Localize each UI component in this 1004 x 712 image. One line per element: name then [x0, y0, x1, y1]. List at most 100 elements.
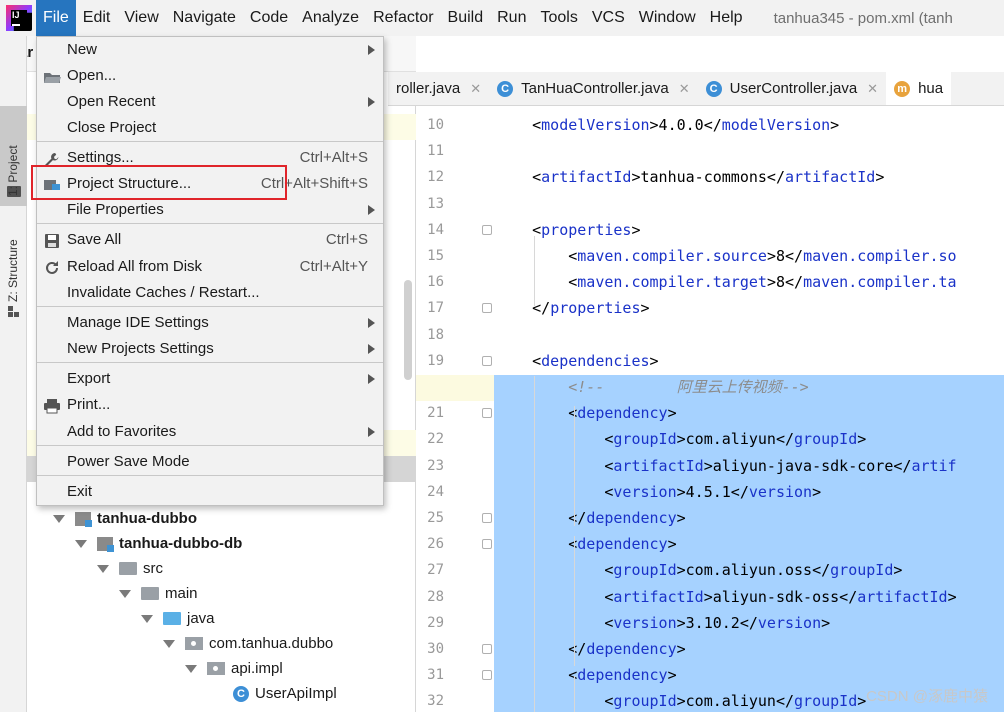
code-line: <dependency> [496, 404, 677, 423]
submenu-arrow-icon [368, 45, 375, 55]
submenu-arrow-icon [368, 97, 375, 107]
close-icon[interactable]: ✕ [867, 81, 878, 97]
menu-item-settings[interactable]: Settings... Ctrl+Alt+S [37, 145, 383, 171]
tree-item-package[interactable]: com.tanhua.dubbo [163, 631, 333, 656]
tree-item-tanhua-dubbo-db[interactable]: tanhua-dubbo-db [75, 531, 242, 556]
editor-tab-bar: roller.java ✕ C TanHuaController.java ✕ … [388, 72, 1004, 106]
menu-code[interactable]: Code [243, 0, 295, 36]
code-line: <modelVersion>4.0.0</modelVersion> [496, 116, 840, 134]
fold-marker-icon[interactable] [482, 644, 492, 654]
tree-item-label: tanhua-dubbo [97, 510, 197, 527]
editor-tab[interactable]: C TanHuaController.java ✕ [489, 72, 698, 105]
menu-item-reload-all-from-disk[interactable]: Reload All from Disk Ctrl+Alt+Y [37, 254, 383, 280]
menu-vcs[interactable]: VCS [585, 0, 632, 36]
expand-arrow-icon[interactable] [185, 664, 197, 673]
menu-edit[interactable]: Edit [76, 0, 118, 36]
fold-marker-icon[interactable] [482, 670, 492, 681]
current-line-highlight [416, 375, 494, 401]
project-scrollbar[interactable] [404, 280, 412, 380]
close-icon[interactable]: ✕ [470, 81, 481, 97]
menu-view[interactable]: View [117, 0, 165, 36]
menu-file[interactable]: File [36, 0, 76, 36]
menu-item-label: Reload All from Disk [67, 258, 203, 275]
expand-arrow-icon[interactable] [75, 539, 87, 548]
expand-arrow-icon[interactable] [53, 514, 65, 523]
fold-marker-icon[interactable] [482, 355, 492, 366]
tree-item-java[interactable]: java [141, 606, 215, 631]
menu-item-shortcut: Ctrl+Alt+Shift+S [260, 175, 368, 192]
code-line: <dependency> [496, 666, 677, 685]
menu-item-invalidate-caches-restart[interactable]: Invalidate Caches / Restart... [37, 280, 383, 306]
tree-item-label: api.impl [231, 660, 283, 677]
structure-icon [8, 306, 20, 318]
fold-marker-icon[interactable] [482, 539, 492, 550]
tool-tab-project[interactable]: 1: Project [0, 106, 27, 206]
menu-item-exit[interactable]: Exit [37, 479, 383, 505]
line-number: 23 [427, 457, 444, 474]
editor-tab[interactable]: roller.java ✕ [388, 72, 489, 105]
package-icon [207, 662, 225, 675]
editor-tab[interactable]: C UserController.java ✕ [698, 72, 886, 105]
editor-tab-label: TanHuaController.java [521, 80, 669, 97]
menu-item-export[interactable]: Export [37, 366, 383, 392]
close-icon[interactable]: ✕ [679, 81, 690, 97]
expand-arrow-icon[interactable] [141, 614, 153, 623]
menu-item-save-all[interactable]: Save All Ctrl+S [37, 227, 383, 253]
menu-item-open-recent[interactable]: Open Recent [37, 89, 383, 115]
tree-item-tanhua-dubbo[interactable]: tanhua-dubbo [53, 506, 197, 531]
tree-item-main[interactable]: main [119, 581, 198, 606]
left-tool-strip: 1: Project Z: Structure [0, 36, 27, 712]
menu-item-power-save-mode[interactable]: Power Save Mode [37, 449, 383, 475]
menu-item-label: Export [67, 370, 111, 387]
menu-item-open[interactable]: Open... [37, 63, 383, 89]
menu-analyze[interactable]: Analyze [295, 0, 366, 36]
menu-item-file-properties[interactable]: File Properties [37, 197, 383, 223]
menu-item-label: Power Save Mode [67, 453, 190, 470]
tool-tab-structure[interactable]: Z: Structure [0, 216, 27, 326]
menu-build[interactable]: Build [441, 0, 491, 36]
menu-item-new[interactable]: New [37, 37, 383, 63]
line-number: 12 [427, 169, 444, 186]
menu-item-new-projects-settings[interactable]: New Projects Settings [37, 336, 383, 362]
fold-marker-icon[interactable] [482, 224, 492, 235]
menu-item-label: New Projects Settings [67, 340, 214, 357]
line-number: 16 [427, 274, 444, 291]
menu-item-close-project[interactable]: Close Project [37, 115, 383, 141]
expand-arrow-icon[interactable] [163, 639, 175, 648]
wrench-icon [43, 150, 61, 167]
line-number: 15 [427, 248, 444, 264]
tree-item-src[interactable]: src [97, 556, 163, 581]
expand-arrow-icon[interactable] [119, 589, 131, 598]
menu-window[interactable]: Window [632, 0, 703, 36]
editor-tab-active[interactable]: m hua [886, 72, 952, 105]
menu-item-label: Add to Favorites [67, 423, 177, 440]
fold-marker-icon[interactable] [482, 513, 492, 523]
fold-marker-icon[interactable] [482, 303, 492, 314]
menu-item-add-to-favorites[interactable]: Add to Favorites [37, 419, 383, 445]
watermark-text: CSDN @涿鹿中猿 [866, 688, 988, 705]
menu-help[interactable]: Help [703, 0, 750, 36]
code-editor[interactable]: <modelVersion>4.0.0</modelVersion> <arti… [494, 106, 1004, 712]
submenu-arrow-icon [368, 344, 375, 354]
menu-item-label: Project Structure... [67, 175, 192, 192]
code-line: <maven.compiler.source>8</maven.compiler… [496, 247, 957, 265]
menu-run[interactable]: Run [490, 0, 533, 36]
menu-tools[interactable]: Tools [533, 0, 584, 36]
tool-tab-project-label: 1: Project [6, 145, 20, 196]
indent-guide [574, 536, 575, 666]
menu-item-label: Save All [67, 231, 122, 248]
tree-item-userapiimpl[interactable]: C UserApiImpl [233, 681, 337, 706]
menu-item-project-structure[interactable]: Project Structure... Ctrl+Alt+Shift+S [37, 171, 383, 197]
fold-marker-icon[interactable] [482, 408, 492, 419]
menu-item-label: Print... [67, 396, 111, 413]
menu-separator [37, 141, 383, 142]
indent-guide [534, 236, 535, 306]
menu-item-label: Open... [67, 67, 117, 84]
expand-arrow-icon[interactable] [97, 564, 109, 573]
menu-refactor[interactable]: Refactor [366, 0, 440, 36]
tree-item-api-impl[interactable]: api.impl [185, 656, 283, 681]
menu-item-manage-ide-settings[interactable]: Manage IDE Settings [37, 310, 383, 336]
menu-navigate[interactable]: Navigate [166, 0, 243, 36]
menu-item-label: File Properties [67, 201, 164, 218]
menu-item-print[interactable]: Print... [37, 392, 383, 418]
